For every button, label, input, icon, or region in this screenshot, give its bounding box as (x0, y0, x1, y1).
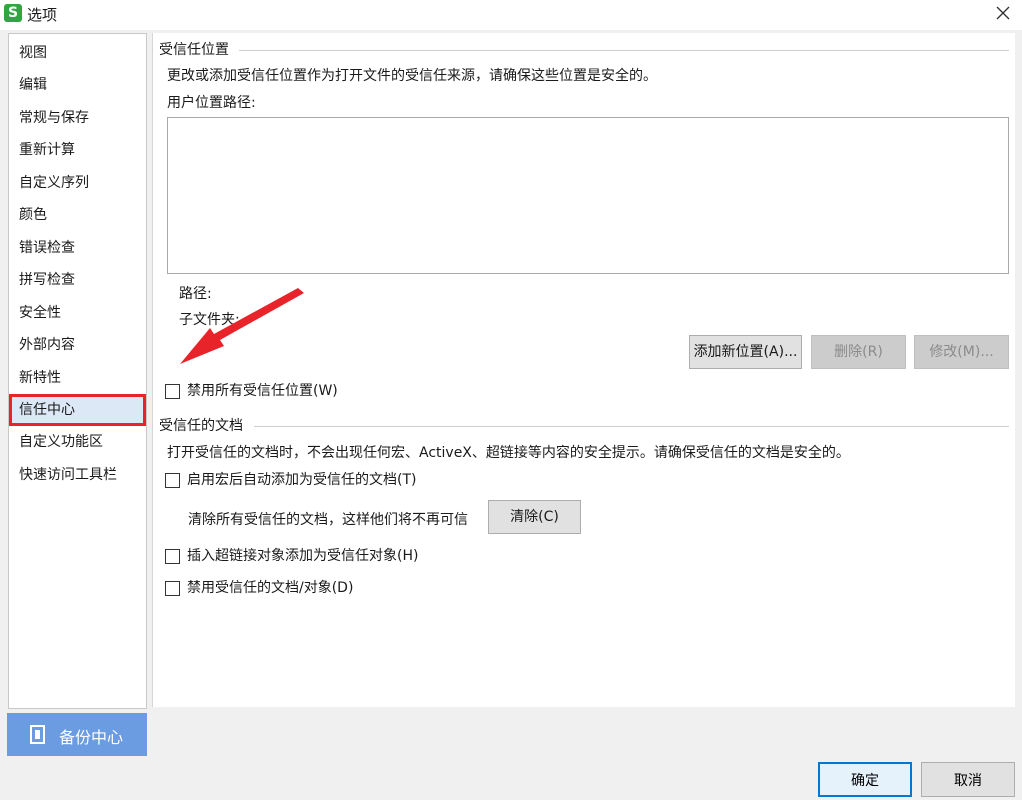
section-divider (254, 426, 1009, 427)
checkbox-label: 禁用受信任的文档/对象(D) (187, 580, 354, 596)
sidebar-item-edit[interactable]: 编辑 (11, 71, 144, 99)
modify-location-button[interactable]: 修改(M)... (914, 335, 1009, 369)
options-sidebar: 视图 编辑 常规与保存 重新计算 自定义序列 颜色 错误检查 拼写检查 安全性 … (8, 33, 147, 709)
trusted-locations-title: 受信任位置 (159, 42, 229, 58)
trusted-documents-title: 受信任的文档 (159, 418, 243, 434)
trusted-locations-header: 受信任位置 (159, 40, 1009, 60)
backup-document-icon (30, 725, 45, 744)
checkbox-box[interactable] (165, 549, 180, 564)
checkbox-label: 禁用所有受信任位置(W) (187, 383, 338, 399)
sidebar-item-recalculate[interactable]: 重新计算 (11, 136, 144, 164)
sidebar-item-error-check[interactable]: 错误检查 (11, 234, 144, 262)
delete-location-button[interactable]: 删除(R) (811, 335, 906, 369)
sidebar-item-new-features[interactable]: 新特性 (11, 364, 144, 392)
wps-logo-icon: S (4, 4, 22, 22)
backup-center-button[interactable]: 备份中心 (7, 713, 147, 756)
sidebar-item-spell-check[interactable]: 拼写检查 (11, 266, 144, 294)
user-path-label: 用户位置路径: (167, 95, 256, 111)
sidebar-item-customize-ribbon[interactable]: 自定义功能区 (11, 428, 144, 456)
close-button[interactable] (990, 2, 1016, 26)
sidebar-item-quick-access-toolbar[interactable]: 快速访问工具栏 (11, 461, 144, 489)
checkbox-box[interactable] (165, 384, 180, 399)
window-title: 选项 (27, 6, 58, 24)
checkbox-label: 插入超链接对象添加为受信任对象(H) (187, 548, 419, 564)
sidebar-item-security[interactable]: 安全性 (11, 299, 144, 327)
trust-center-panel: 受信任位置 更改或添加受信任位置作为打开文件的受信任来源，请确保这些位置是安全的… (152, 33, 1015, 707)
sidebar-item-view[interactable]: 视图 (11, 39, 144, 67)
checkbox-box[interactable] (165, 581, 180, 596)
ok-button[interactable]: 确定 (818, 762, 912, 797)
sidebar-item-external-content[interactable]: 外部内容 (11, 331, 144, 359)
section-divider (239, 50, 1009, 51)
backup-center-label: 备份中心 (59, 730, 124, 747)
close-icon (996, 6, 1010, 20)
sidebar-item-custom-lists[interactable]: 自定义序列 (11, 169, 144, 197)
title-bar: S 选项 (0, 0, 1022, 30)
trusted-locations-description: 更改或添加受信任位置作为打开文件的受信任来源，请确保这些位置是安全的。 (167, 68, 657, 84)
checkbox-box[interactable] (165, 473, 180, 488)
trusted-documents-header: 受信任的文档 (159, 416, 1009, 436)
checkbox-label: 启用宏后自动添加为受信任的文档(T) (187, 472, 417, 488)
trusted-locations-list[interactable] (167, 117, 1009, 274)
clear-trusted-docs-button[interactable]: 清除(C) (488, 500, 581, 534)
cancel-button[interactable]: 取消 (921, 762, 1015, 797)
sidebar-item-color[interactable]: 颜色 (11, 201, 144, 229)
clear-trusted-docs-text: 清除所有受信任的文档，这样他们将不再可信 (188, 512, 468, 528)
red-arrow-annotation-icon (180, 288, 304, 364)
sidebar-item-general-save[interactable]: 常规与保存 (11, 104, 144, 132)
sidebar-item-trust-center[interactable]: 信任中心 (9, 394, 146, 426)
trusted-documents-description: 打开受信任的文档时，不会出现任何宏、ActiveX、超链接等内容的安全提示。请确… (167, 445, 850, 461)
add-location-button[interactable]: 添加新位置(A)... (689, 335, 802, 369)
